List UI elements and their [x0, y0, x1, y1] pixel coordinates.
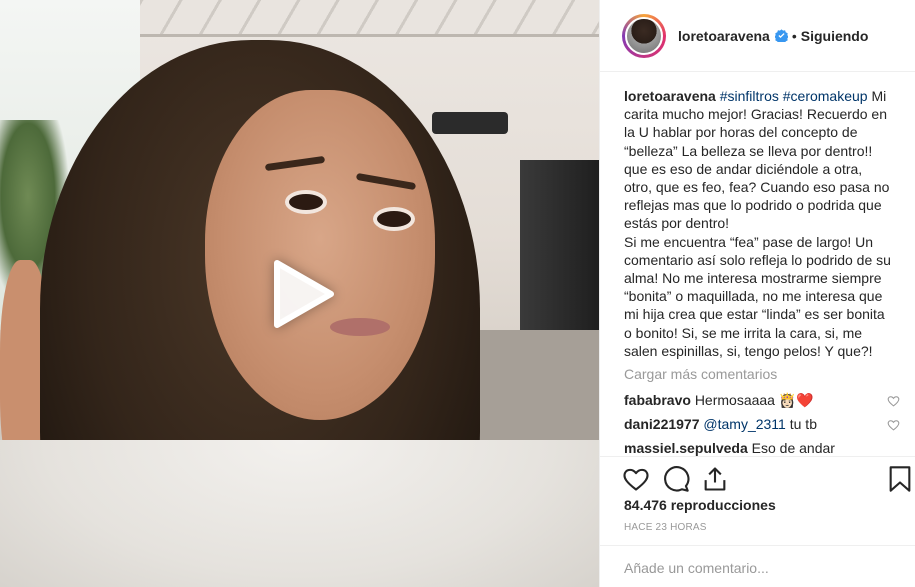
comment-text: Hermosaaaa 👸🏻❤️	[694, 392, 814, 408]
media-shirt	[0, 440, 599, 587]
post-timestamp[interactable]: HACE 23 HORAS	[624, 522, 707, 533]
comment-item: fababravo Hermosaaaa 👸🏻❤️	[624, 392, 900, 409]
media-eye-left	[285, 190, 327, 214]
caption-hashtag-link[interactable]: #ceromakeup	[783, 88, 868, 104]
heart-icon[interactable]	[622, 465, 650, 493]
header-separator-dot: •	[791, 27, 797, 44]
comment-icon[interactable]	[662, 465, 690, 493]
share-icon[interactable]	[701, 465, 729, 493]
play-icon	[274, 260, 334, 328]
media-face	[205, 90, 435, 420]
post-sidebar: loretoaravena • Siguiendo loretoaravena …	[599, 0, 915, 587]
comment-username-link[interactable]: fababravo	[624, 392, 691, 408]
comment-item: dani221977 @tamy_2311 tu tb	[624, 416, 900, 432]
verified-badge-icon	[774, 29, 788, 42]
media-ceiling-truss	[140, 0, 599, 37]
comment-like-heart-icon[interactable]	[887, 395, 900, 407]
load-more-comments-button[interactable]: Cargar más comentarios	[624, 366, 777, 382]
comment-username-link[interactable]: dani221977	[624, 416, 700, 432]
post-media-video[interactable]	[0, 0, 599, 587]
comments-section[interactable]: loretoaravena #sinfiltros #ceromakeup Mi…	[600, 72, 915, 456]
comment-text: tu tb	[785, 416, 817, 432]
caption-text: Mi carita mucho mejor! Gracias! Recuerdo…	[624, 88, 891, 359]
following-button[interactable]: Siguiendo	[801, 28, 869, 44]
play-button[interactable]	[267, 258, 339, 330]
comment-input[interactable]	[622, 556, 896, 580]
view-count[interactable]: 84.476 reproducciones	[624, 497, 776, 513]
media-lips	[330, 318, 390, 336]
caption-username-link[interactable]: loretoaravena	[624, 88, 716, 104]
caption-hashtag-link[interactable]: #sinfiltros	[720, 88, 779, 104]
post-header: loretoaravena • Siguiendo	[600, 0, 915, 72]
comment-mention-link[interactable]: @tamy_2311	[703, 416, 785, 432]
post-caption: loretoaravena #sinfiltros #ceromakeup Mi…	[624, 87, 894, 360]
comment-item: massiel.sepulveda Eso de andar	[624, 440, 894, 456]
header-username-link[interactable]: loretoaravena	[678, 28, 770, 44]
bookmark-icon[interactable]	[886, 465, 914, 493]
media-eye-right	[373, 207, 415, 231]
comment-username-link[interactable]: massiel.sepulveda	[624, 440, 748, 456]
media-studio-light	[432, 112, 508, 134]
comment-like-heart-icon[interactable]	[887, 419, 900, 431]
add-comment-section	[600, 545, 915, 587]
avatar[interactable]	[625, 16, 663, 55]
comment-text: Eso de andar	[751, 440, 835, 456]
story-ring[interactable]	[622, 13, 666, 58]
